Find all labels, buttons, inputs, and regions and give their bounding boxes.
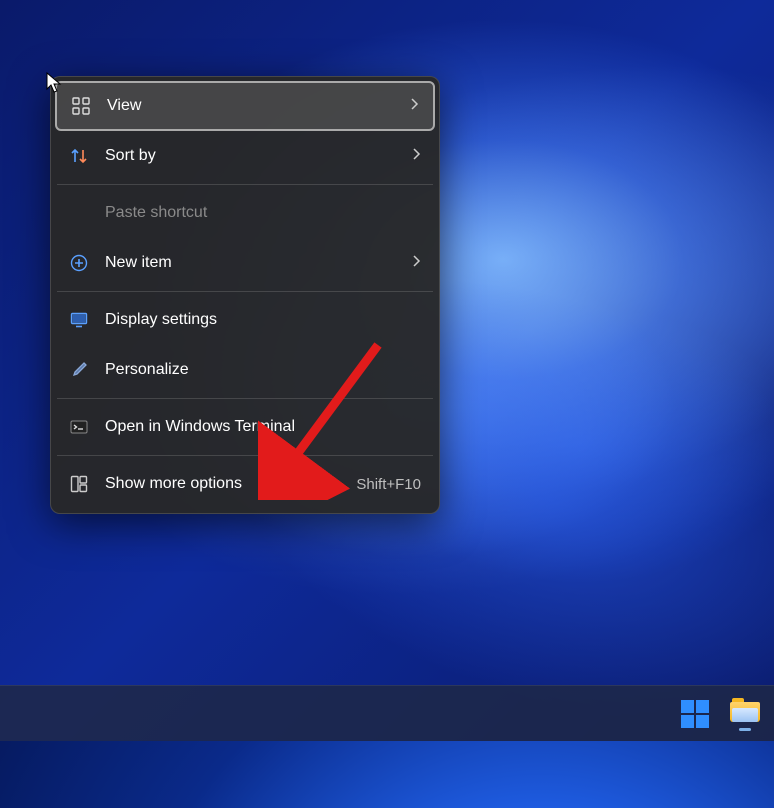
menu-separator [57,291,433,292]
view-grid-icon [71,96,91,116]
new-plus-icon [69,253,89,273]
menu-item-personalize[interactable]: Personalize [55,345,435,395]
menu-label: Open in Windows Terminal [105,418,421,436]
menu-separator [57,398,433,399]
menu-label: Personalize [105,361,421,379]
windows-logo-icon [681,700,709,728]
menu-label: Display settings [105,311,421,329]
menu-item-new[interactable]: New item [55,238,435,288]
menu-label: Paste shortcut [105,204,421,222]
menu-item-windows-terminal[interactable]: Open in Windows Terminal [55,402,435,452]
chevron-right-icon [409,97,419,116]
menu-item-view[interactable]: View [55,81,435,131]
display-monitor-icon [69,310,89,330]
menu-shortcut: Shift+F10 [356,476,421,493]
file-explorer-icon [730,702,760,726]
menu-label: New item [105,254,395,272]
menu-item-paste-shortcut: Paste shortcut [55,188,435,238]
menu-item-show-more-options[interactable]: Show more options Shift+F10 [55,459,435,509]
menu-separator [57,455,433,456]
terminal-icon [69,417,89,437]
chevron-right-icon [411,254,421,273]
menu-label: Sort by [105,147,395,165]
blank-icon [69,203,89,223]
chevron-right-icon [411,147,421,166]
menu-item-display-settings[interactable]: Display settings [55,295,435,345]
taskbar [0,685,774,741]
desktop-context-menu: View Sort by Paste shortcut New item [50,76,440,514]
paintbrush-icon [69,360,89,380]
file-explorer-button[interactable] [730,699,760,729]
menu-item-sort-by[interactable]: Sort by [55,131,435,181]
more-options-icon [69,474,89,494]
sort-arrows-icon [69,146,89,166]
menu-label: View [107,97,393,115]
menu-separator [57,184,433,185]
menu-label: Show more options [105,475,340,493]
start-button[interactable] [680,699,710,729]
